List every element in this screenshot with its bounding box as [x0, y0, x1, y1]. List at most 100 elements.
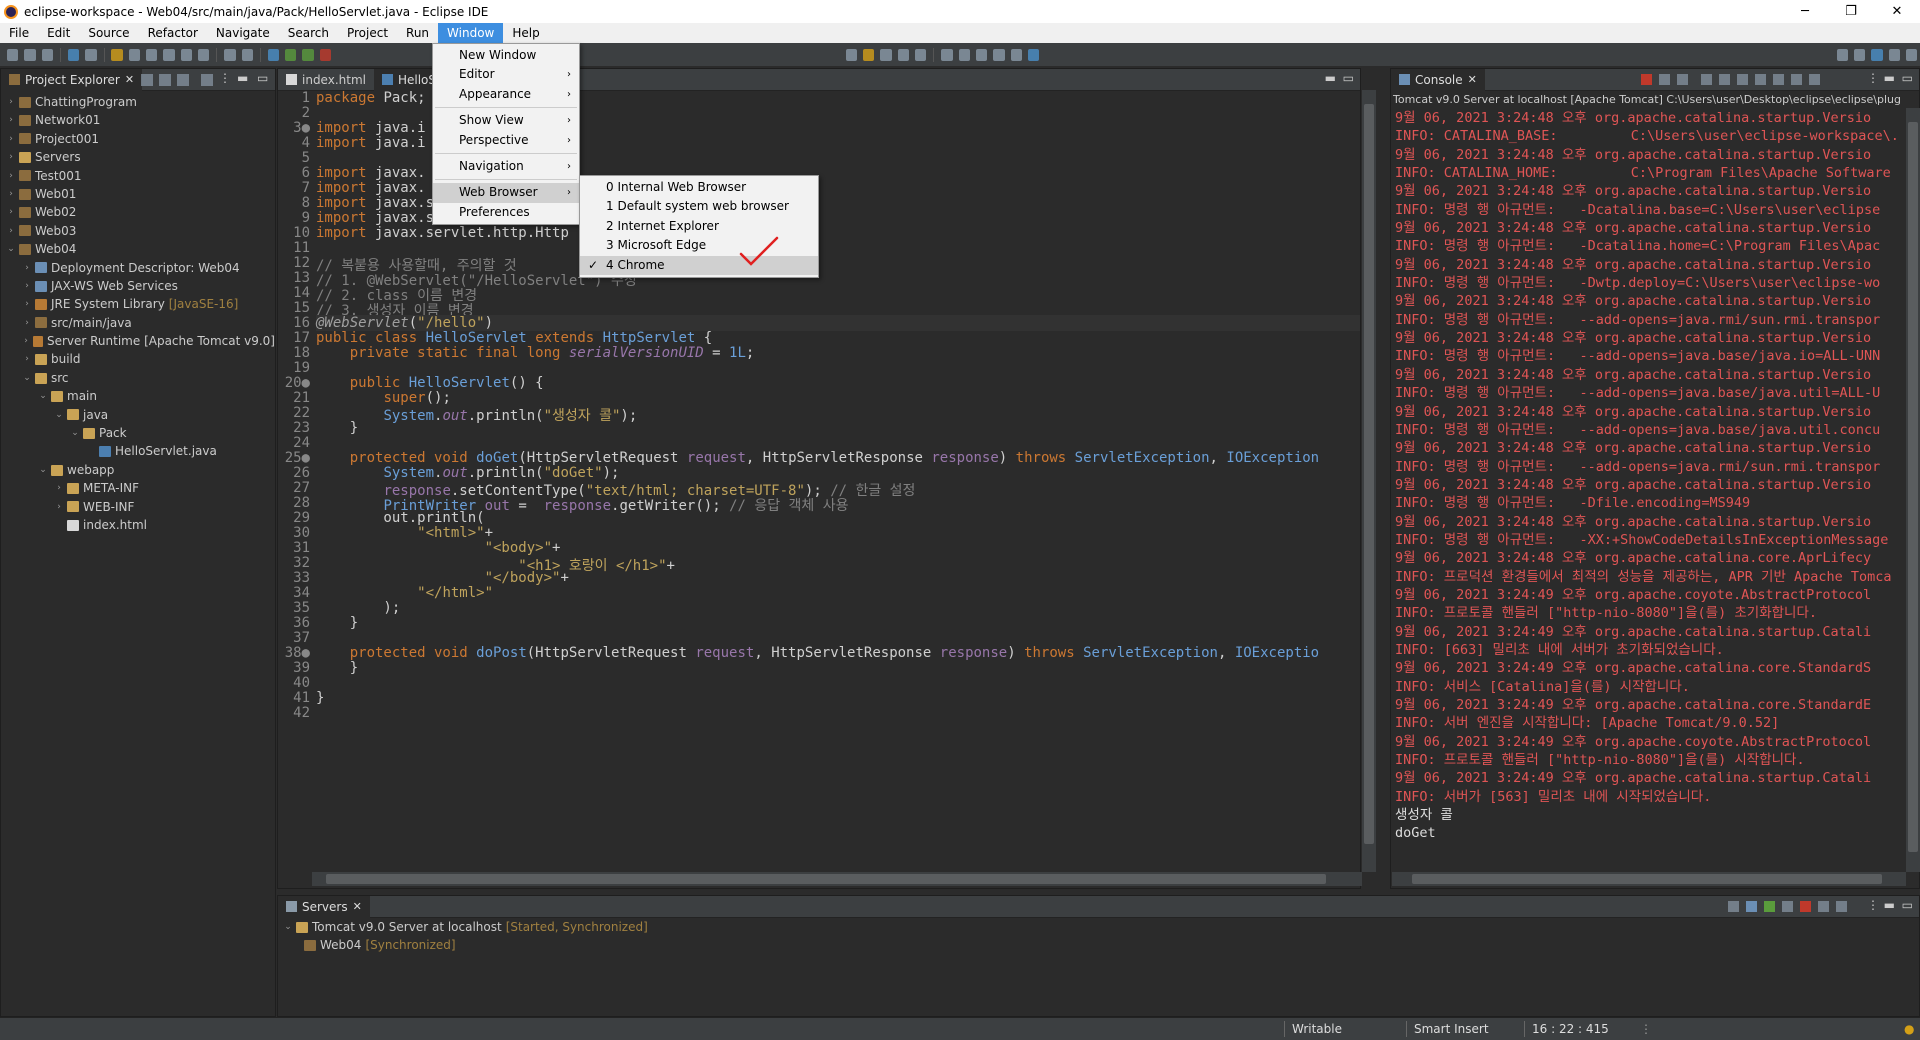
code-line[interactable]: }	[316, 690, 324, 706]
collapse-icon[interactable]: ⌄	[69, 424, 81, 442]
menu-item-new-window[interactable]: New Window	[433, 46, 579, 65]
tip-bulb-icon[interactable]: ●	[1904, 1022, 1914, 1036]
menu-item-navigation[interactable]: Navigation ›	[433, 157, 579, 176]
minimize-icon[interactable]: ▬	[1884, 898, 1895, 912]
expand-icon[interactable]: ›	[5, 167, 17, 185]
collapse-icon[interactable]: ⌄	[21, 369, 33, 387]
tree-item[interactable]: HelloServlet.java	[1, 442, 275, 460]
expand-icon[interactable]: ›	[53, 479, 65, 497]
scroll-thumb[interactable]	[326, 874, 1326, 884]
expand-icon[interactable]: ›	[21, 295, 33, 313]
remove-launch-icon[interactable]	[1659, 74, 1670, 85]
minimize-icon[interactable]: ▬	[1884, 71, 1895, 85]
new-icon[interactable]	[7, 48, 19, 61]
menu-run[interactable]: Run	[397, 23, 438, 43]
browser-option[interactable]: ✓ 4 Chrome	[580, 255, 818, 275]
tree-item[interactable]: › build	[1, 350, 275, 368]
back-icon[interactable]	[993, 48, 1005, 61]
resume-icon[interactable]	[111, 48, 123, 61]
server-item[interactable]: ⌄ Tomcat v9.0 Server at localhost [Start…	[278, 918, 1919, 936]
tree-item[interactable]: › Project001	[1, 130, 275, 148]
editor-vertical-scrollbar[interactable]	[1362, 90, 1376, 872]
pin-console-icon[interactable]	[1773, 74, 1784, 85]
menu-source[interactable]: Source	[79, 23, 138, 43]
next-annotation-icon[interactable]	[941, 48, 953, 61]
open-perspective-icon[interactable]	[1027, 48, 1040, 61]
java-ee-perspective-icon[interactable]	[1871, 48, 1883, 61]
clear-console-icon[interactable]	[1701, 74, 1712, 85]
tree-item[interactable]: ⌄ java	[1, 406, 275, 424]
collapse-icon[interactable]: ⌄	[53, 406, 65, 424]
tree-item[interactable]: › JAX-WS Web Services	[1, 277, 275, 295]
console-vertical-scrollbar[interactable]	[1906, 108, 1920, 872]
code-line[interactable]: "<body>"+	[316, 540, 561, 556]
view-menu-icon[interactable]: ⋮	[1867, 71, 1879, 85]
tree-item[interactable]: › Network01	[1, 111, 275, 129]
browser-option[interactable]: 2 Internet Explorer	[580, 217, 818, 236]
java-perspective-icon[interactable]	[1905, 48, 1918, 61]
code-line[interactable]: protected void doGet(HttpServletRequest …	[316, 450, 1319, 466]
expand-icon[interactable]: ›	[53, 498, 65, 516]
focus-icon[interactable]	[201, 74, 213, 86]
code-line[interactable]: out.println(	[316, 510, 484, 526]
tree-item[interactable]: ⌄ Pack	[1, 424, 275, 442]
perspective-icon[interactable]	[1853, 48, 1866, 61]
tree-item[interactable]: › Web02	[1, 203, 275, 221]
code-line[interactable]: super();	[316, 390, 450, 406]
menu-item-appearance[interactable]: Appearance ›	[433, 85, 579, 104]
coverage-icon[interactable]	[302, 48, 314, 61]
step-return-icon[interactable]	[198, 48, 210, 61]
close-icon[interactable]: ✕	[1468, 73, 1477, 86]
publish-server-icon[interactable]	[1818, 901, 1829, 912]
external-tools-icon[interactable]	[319, 48, 332, 61]
code-line[interactable]: import javax.	[316, 165, 426, 181]
view-menu-icon[interactable]: ⋮	[219, 71, 231, 85]
menu-search[interactable]: Search	[279, 23, 338, 43]
word-wrap-icon[interactable]	[1737, 74, 1748, 85]
open-type-icon[interactable]	[880, 48, 892, 61]
code-line[interactable]: System.out.println("doGet");	[316, 465, 619, 481]
tab-servers[interactable]: Servers ✕	[278, 895, 370, 918]
code-line[interactable]: @WebServlet("/hello")	[316, 315, 1360, 331]
code-line[interactable]: }	[316, 660, 358, 676]
menu-item-perspective[interactable]: Perspective ›	[433, 131, 579, 150]
tree-item[interactable]: › Deployment Descriptor: Web04	[1, 259, 275, 277]
expand-icon[interactable]: ›	[21, 259, 33, 277]
collapse-all-icon[interactable]	[1728, 901, 1739, 912]
menu-file[interactable]: File	[0, 23, 38, 43]
minimize-icon[interactable]: ▬	[1325, 71, 1336, 85]
menu-navigate[interactable]: Navigate	[207, 23, 279, 43]
filter-icon[interactable]	[177, 74, 189, 86]
terminal-icon[interactable]	[67, 48, 80, 61]
code-line[interactable]: }	[316, 615, 358, 631]
tree-item[interactable]: › Servers	[1, 148, 275, 166]
console-horizontal-scrollbar[interactable]	[1392, 872, 1906, 886]
tree-item[interactable]: › Web03	[1, 222, 275, 240]
code-line[interactable]: import javax.servlet.http.Http	[316, 225, 569, 241]
maximize-icon[interactable]: ▭	[1902, 71, 1913, 85]
expand-icon[interactable]: ›	[21, 332, 31, 350]
maximize-button[interactable]: ❐	[1828, 0, 1874, 23]
scroll-thumb[interactable]	[1412, 874, 1882, 884]
code-line[interactable]: System.out.println("생성자 콜");	[316, 405, 637, 425]
menu-edit[interactable]: Edit	[38, 23, 79, 43]
expand-icon[interactable]: ⌄	[282, 918, 294, 936]
close-icon[interactable]: ✕	[353, 900, 362, 913]
search-icon[interactable]	[915, 48, 927, 61]
debug-icon[interactable]	[267, 48, 280, 61]
scroll-thumb[interactable]	[1908, 122, 1918, 852]
tree-item[interactable]: index.html	[1, 516, 275, 534]
expand-icon[interactable]: ›	[5, 130, 17, 148]
scroll-lock-icon[interactable]	[1719, 74, 1730, 85]
start-server-icon[interactable]	[1764, 901, 1775, 912]
menu-help[interactable]: Help	[503, 23, 548, 43]
tree-item[interactable]: › Test001	[1, 167, 275, 185]
code-line[interactable]: public class HelloServlet extends HttpSe…	[316, 330, 712, 346]
prev-annotation-icon[interactable]	[958, 48, 970, 61]
code-line[interactable]: package Pack;	[316, 90, 426, 106]
step-into-icon[interactable]	[163, 48, 175, 61]
link-editor-icon[interactable]	[159, 74, 171, 86]
menu-window[interactable]: Window	[438, 23, 504, 43]
debug-perspective-icon[interactable]	[1888, 48, 1900, 61]
tree-item[interactable]: › META-INF	[1, 479, 275, 497]
